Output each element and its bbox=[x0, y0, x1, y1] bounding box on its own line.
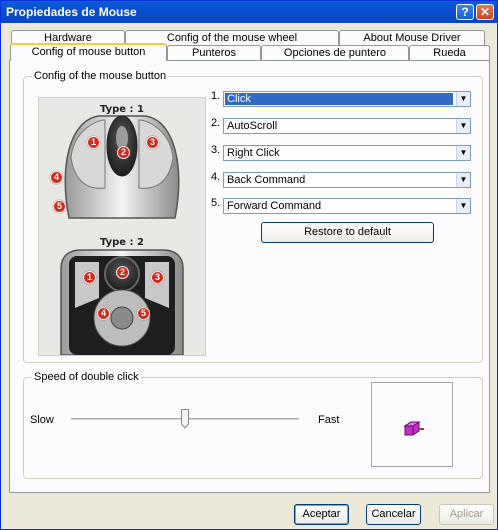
tab-mouse-button[interactable]: Config of mouse button bbox=[10, 43, 167, 61]
apply-button[interactable]: Aplicar bbox=[439, 504, 494, 525]
button-1-action-select[interactable]: Click ▼ bbox=[223, 91, 471, 107]
test-box-icon bbox=[403, 421, 424, 436]
double-click-group-title: Speed of double click bbox=[32, 371, 141, 383]
cancel-button[interactable]: Cancelar bbox=[366, 504, 421, 525]
tab-punteros[interactable]: Punteros bbox=[167, 45, 261, 61]
chevron-down-icon[interactable]: ▼ bbox=[456, 146, 470, 160]
button-number-badge: 5 bbox=[53, 200, 66, 213]
button-3-action-select[interactable]: Right Click ▼ bbox=[223, 145, 471, 161]
button-3-action-value: Right Click bbox=[227, 147, 280, 159]
button-4-number: 4. bbox=[211, 171, 221, 183]
chevron-down-icon[interactable]: ▼ bbox=[456, 119, 470, 133]
button-3-number: 3. bbox=[211, 144, 221, 156]
tab-about-driver[interactable]: About Mouse Driver bbox=[339, 30, 485, 46]
double-click-test-area[interactable] bbox=[371, 382, 453, 467]
slider-thumb[interactable] bbox=[181, 409, 189, 429]
chevron-down-icon[interactable]: ▼ bbox=[456, 92, 470, 106]
tab-rueda[interactable]: Rueda bbox=[409, 45, 490, 61]
chevron-down-icon[interactable]: ▼ bbox=[456, 199, 470, 213]
button-number-badge: 2 bbox=[116, 266, 129, 279]
mouse-properties-window: Propiedades de Mouse ? ✕ Hardware Config… bbox=[0, 0, 498, 530]
button-4-action-value: Back Command bbox=[227, 174, 306, 186]
slow-label: Slow bbox=[30, 414, 54, 426]
restore-default-button[interactable]: Restore to default bbox=[261, 222, 434, 243]
button-1-action-value: Click bbox=[225, 93, 453, 105]
fast-label: Fast bbox=[318, 414, 340, 426]
button-number-badge: 1 bbox=[87, 136, 100, 149]
button-1-number: 1. bbox=[211, 90, 221, 102]
close-button[interactable]: ✕ bbox=[476, 4, 494, 20]
help-button[interactable]: ? bbox=[456, 4, 474, 20]
type1-label: Type : 1 bbox=[100, 104, 144, 115]
window-title: Propiedades de Mouse bbox=[6, 5, 137, 19]
button-5-number: 5. bbox=[211, 197, 221, 209]
mouse-illustration: Type : 1 Type : 2 bbox=[38, 97, 206, 356]
button-2-action-value: AutoScroll bbox=[227, 120, 278, 132]
button-2-action-select[interactable]: AutoScroll ▼ bbox=[223, 118, 471, 134]
button-number-badge: 4 bbox=[50, 171, 63, 184]
button-number-badge: 2 bbox=[117, 146, 130, 159]
mouse-button-group-title: Config of the mouse button bbox=[32, 70, 169, 82]
type2-label: Type : 2 bbox=[100, 237, 144, 248]
button-number-badge: 1 bbox=[83, 271, 96, 284]
button-number-badge: 3 bbox=[151, 271, 164, 284]
button-number-badge: 4 bbox=[97, 307, 110, 320]
button-number-badge: 5 bbox=[137, 307, 150, 320]
button-2-number: 2. bbox=[211, 117, 221, 129]
button-5-action-select[interactable]: Forward Command ▼ bbox=[223, 198, 471, 214]
button-4-action-select[interactable]: Back Command ▼ bbox=[223, 172, 471, 188]
accept-button[interactable]: Aceptar bbox=[294, 504, 349, 525]
chevron-down-icon[interactable]: ▼ bbox=[456, 173, 470, 187]
button-5-action-value: Forward Command bbox=[227, 200, 322, 212]
button-number-badge: 3 bbox=[146, 136, 159, 149]
title-bar: Propiedades de Mouse ? ✕ bbox=[1, 1, 497, 23]
tab-opciones-puntero[interactable]: Opciones de puntero bbox=[261, 45, 409, 61]
